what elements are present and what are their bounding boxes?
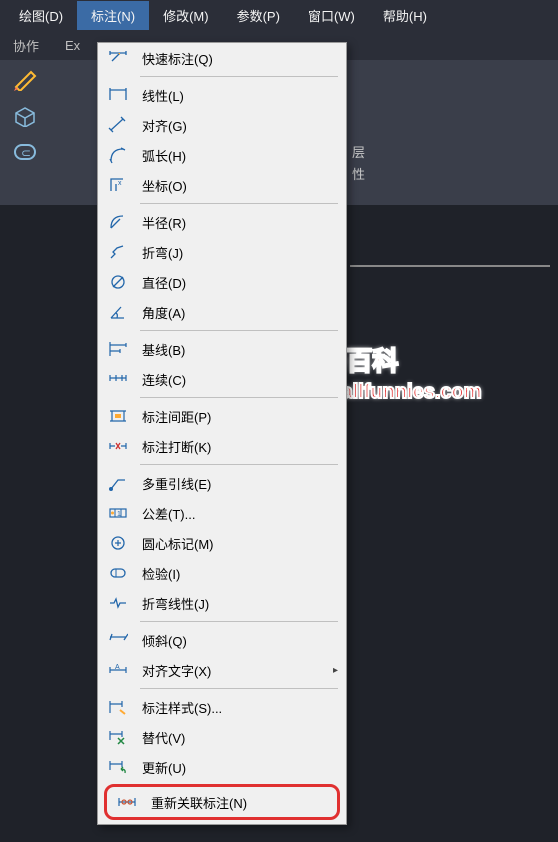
subset-icon[interactable]: ⊂ (10, 140, 42, 164)
menu-continue[interactable]: 连续(C) (98, 364, 346, 394)
menu-reassoc[interactable]: 重新关联标注(N) (107, 787, 337, 817)
menu-arc[interactable]: 弧长(H) (98, 140, 346, 170)
menu-diameter[interactable]: 直径(D) (98, 267, 346, 297)
secondbar-collab[interactable]: 协作 (5, 33, 47, 58)
menu-multileader[interactable]: 多重引线(E) (98, 468, 346, 498)
menu-tolerance[interactable]: 1 公差(T)... (98, 498, 346, 528)
menu-override[interactable]: 替代(V) (98, 722, 346, 752)
menu-joglinear[interactable]: 折弯线性(J) (98, 588, 346, 618)
axis-line (350, 265, 550, 267)
ordinate-icon: x (106, 173, 130, 197)
menu-angular[interactable]: 角度(A) (98, 297, 346, 327)
menu-oblique[interactable]: 倾斜(Q) (98, 625, 346, 655)
pencil-icon[interactable] (10, 68, 42, 92)
linear-icon (106, 83, 130, 107)
menu-jogged[interactable]: 折弯(J) (98, 237, 346, 267)
diameter-icon (106, 270, 130, 294)
secondbar-ex[interactable]: Ex (57, 35, 88, 56)
highlighted-menu-item: 重新关联标注(N) (104, 784, 340, 820)
arc-icon (106, 143, 130, 167)
quick-dim-icon (106, 46, 130, 70)
menu-ordinate[interactable]: x 坐标(O) (98, 170, 346, 200)
menu-dimension[interactable]: 标注(N) (77, 1, 149, 30)
update-icon (106, 755, 130, 779)
aligned-icon (106, 113, 130, 137)
menu-radius[interactable]: 半径(R) (98, 207, 346, 237)
svg-text:x: x (118, 180, 122, 187)
style-icon (106, 695, 130, 719)
menu-parametric[interactable]: 参数(P) (223, 1, 294, 30)
aligntext-icon: A (106, 658, 130, 682)
menu-aligned[interactable]: 对齐(G) (98, 110, 346, 140)
menu-window[interactable]: 窗口(W) (294, 1, 369, 30)
oblique-icon (106, 628, 130, 652)
continue-icon (106, 367, 130, 391)
menu-quick-dim[interactable]: 快速标注(Q) (98, 43, 346, 73)
menu-center[interactable]: 圆心标记(M) (98, 528, 346, 558)
multileader-icon (106, 471, 130, 495)
svg-text:1: 1 (117, 511, 121, 518)
menu-modify[interactable]: 修改(M) (149, 1, 223, 30)
menu-space[interactable]: 标注间距(P) (98, 401, 346, 431)
reassoc-icon (115, 790, 139, 814)
char-xing: 性 (352, 160, 365, 187)
baseline-icon (106, 337, 130, 361)
left-tools: ⊂ (0, 60, 95, 205)
tolerance-icon: 1 (106, 501, 130, 525)
dimension-dropdown: 快速标注(Q) 线性(L) 对齐(G) 弧长(H) x 坐标(O) 半径(R) … (97, 42, 347, 825)
joglinear-icon (106, 591, 130, 615)
override-icon (106, 725, 130, 749)
menu-style[interactable]: 标注样式(S)... (98, 692, 346, 722)
box-icon[interactable] (10, 104, 42, 128)
radius-icon (106, 210, 130, 234)
menu-inspect[interactable]: 检验(I) (98, 558, 346, 588)
menu-draw[interactable]: 绘图(D) (5, 1, 77, 30)
submenu-arrow-icon: ▸ (333, 665, 338, 676)
menu-baseline[interactable]: 基线(B) (98, 334, 346, 364)
angular-icon (106, 300, 130, 324)
inspect-icon (106, 561, 130, 585)
menu-break[interactable]: 标注打断(K) (98, 431, 346, 461)
menu-update[interactable]: 更新(U) (98, 752, 346, 782)
menu-help[interactable]: 帮助(H) (369, 1, 441, 30)
svg-text:⊂: ⊂ (21, 146, 31, 160)
menu-linear[interactable]: 线性(L) (98, 80, 346, 110)
jogged-icon (106, 240, 130, 264)
space-icon (106, 404, 130, 428)
break-icon (106, 434, 130, 458)
menubar: 绘图(D) 标注(N) 修改(M) 参数(P) 窗口(W) 帮助(H) (0, 0, 558, 30)
center-icon (106, 531, 130, 555)
menu-aligntext[interactable]: A 对齐文字(X) ▸ (98, 655, 346, 685)
svg-text:A: A (115, 664, 120, 671)
